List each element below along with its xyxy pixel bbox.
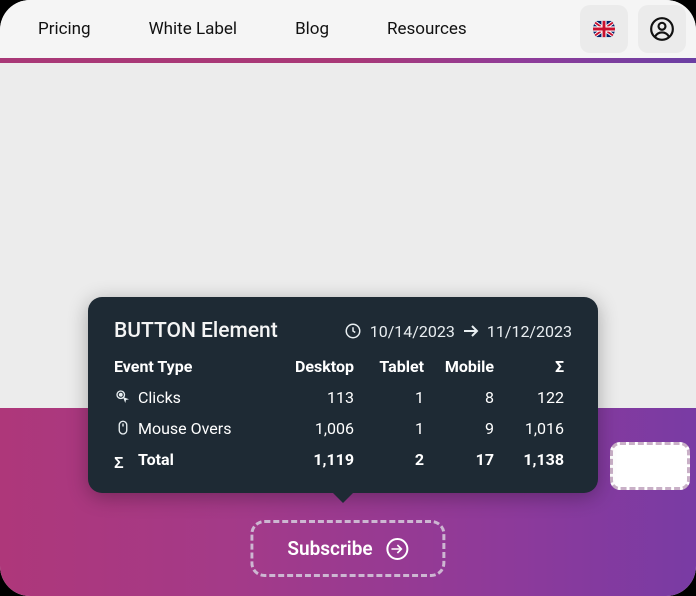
col-tablet: Tablet: [354, 357, 424, 376]
nav-links: Pricing White Label Blog Resources: [10, 19, 467, 39]
dashed-placeholder: [610, 442, 690, 490]
popover-arrow: [331, 491, 355, 503]
sigma-icon: Σ: [114, 455, 132, 473]
language-button[interactable]: [580, 5, 628, 53]
table-row: Mouse Overs: [114, 419, 274, 438]
analytics-popover: BUTTON Element 10/14/2023 11/12/2023 Eve…: [88, 297, 598, 493]
uk-flag-icon: [593, 18, 615, 40]
arrow-right-circle-icon: [387, 538, 409, 560]
app-window: Pricing White Label Blog Resources: [0, 0, 696, 596]
total-mobile: 17: [424, 450, 494, 473]
mouse-icon: [114, 419, 132, 437]
date-to: 11/12/2023: [487, 322, 572, 341]
cell-desktop: 113: [274, 388, 354, 407]
cell-tablet: 1: [354, 388, 424, 407]
account-button[interactable]: [638, 5, 686, 53]
nav-link-blog[interactable]: Blog: [295, 19, 329, 39]
subscribe-button[interactable]: Subscribe: [250, 520, 445, 577]
user-circle-icon: [649, 16, 675, 42]
subscribe-label: Subscribe: [287, 537, 372, 560]
popover-header: BUTTON Element 10/14/2023 11/12/2023: [114, 319, 572, 343]
popover-title: BUTTON Element: [114, 319, 278, 343]
cell-mobile: 9: [424, 419, 494, 438]
cell-sum: 122: [494, 388, 564, 407]
header-divider: [0, 58, 696, 63]
total-row: Σ Total: [114, 450, 274, 473]
total-label: Total: [138, 450, 174, 469]
row-label: Clicks: [138, 388, 181, 407]
clicks-icon: [114, 388, 132, 406]
total-sum: 1,138: [494, 450, 564, 473]
cell-tablet: 1: [354, 419, 424, 438]
table-row: Clicks: [114, 388, 274, 407]
arrow-right-icon: [463, 325, 479, 337]
analytics-table: Event Type Desktop Tablet Mobile Σ Click…: [114, 357, 572, 473]
nav-link-white-label[interactable]: White Label: [149, 19, 237, 39]
total-tablet: 2: [354, 450, 424, 473]
cell-mobile: 8: [424, 388, 494, 407]
nav-link-resources[interactable]: Resources: [387, 19, 467, 39]
col-mobile: Mobile: [424, 357, 494, 376]
total-desktop: 1,119: [274, 450, 354, 473]
date-range: 10/14/2023 11/12/2023: [344, 322, 572, 341]
cell-desktop: 1,006: [274, 419, 354, 438]
date-from: 10/14/2023: [370, 322, 455, 341]
clock-icon: [344, 322, 362, 340]
row-label: Mouse Overs: [138, 419, 231, 438]
top-nav: Pricing White Label Blog Resources: [0, 0, 696, 58]
nav-link-pricing[interactable]: Pricing: [38, 19, 91, 39]
col-sum: Σ: [494, 357, 564, 376]
cell-sum: 1,016: [494, 419, 564, 438]
col-event-type: Event Type: [114, 357, 274, 376]
col-desktop: Desktop: [274, 357, 354, 376]
nav-right: [580, 5, 686, 53]
